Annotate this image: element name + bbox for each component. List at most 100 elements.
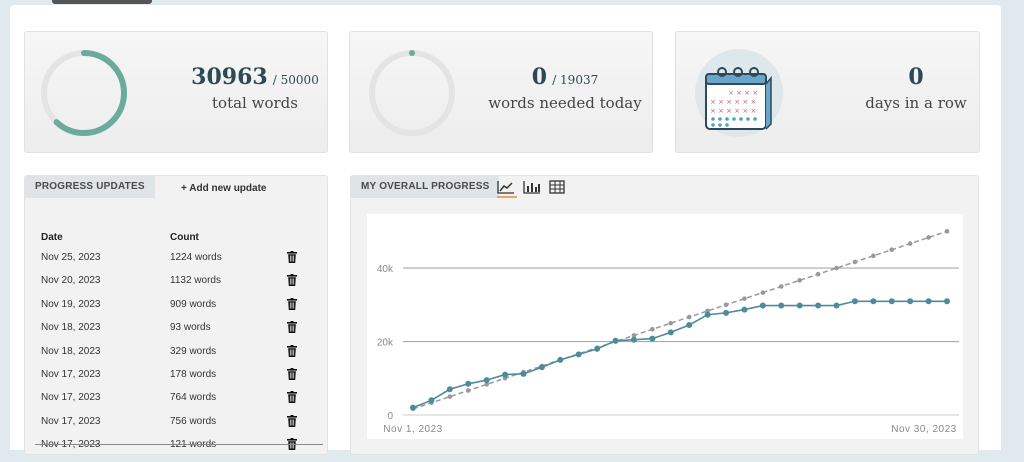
- svg-text:× × × × × ×: × × × × × ×: [710, 98, 756, 106]
- list-item: Nov 18, 2023 93 words: [25, 321, 325, 345]
- delete-icon[interactable]: [287, 274, 297, 287]
- target-point: [871, 253, 876, 259]
- list-item: Nov 25, 2023 1224 words: [25, 251, 325, 275]
- line-chart-icon[interactable]: [497, 180, 517, 198]
- delete-icon[interactable]: [287, 368, 297, 380]
- add-update-button[interactable]: + Add new update: [181, 183, 266, 194]
- actual-point: [446, 386, 453, 393]
- words-today-value: 0 / 19037: [531, 64, 599, 90]
- update-date: Nov 19, 2023: [41, 298, 101, 310]
- actual-point: [741, 306, 748, 313]
- actual-point: [538, 364, 545, 371]
- y-tick-label: 0: [387, 411, 393, 422]
- list-divider: [35, 444, 323, 445]
- target-point: [723, 302, 729, 308]
- actual-point: [428, 397, 435, 404]
- bar-chart-icon[interactable]: [523, 180, 543, 196]
- actual-point: [520, 370, 527, 377]
- streak-value: 0: [908, 64, 924, 90]
- avatar[interactable]: [52, 0, 152, 4]
- target-point: [650, 326, 655, 332]
- actual-point: [612, 337, 619, 344]
- update-date: Nov 18, 2023: [41, 345, 101, 357]
- actual-point: [870, 298, 877, 305]
- total-words-card: 30963 / 50000 total words: [24, 31, 328, 153]
- overall-progress-chart: 0 20k 40k Nov 1, 2023 Nov 30, 2023: [367, 214, 963, 439]
- today-progress-ring: [369, 50, 455, 136]
- series-line-actual: [412, 300, 947, 409]
- target-point: [742, 296, 747, 301]
- target-point: [889, 247, 895, 253]
- actual-point: [723, 309, 730, 316]
- actual-point: [778, 302, 785, 309]
- actual-point: [907, 298, 914, 305]
- target-point: [815, 271, 821, 277]
- list-item: Nov 19, 2023 909 words: [25, 297, 325, 322]
- update-count: 764 words: [170, 392, 217, 404]
- delete-icon[interactable]: [287, 344, 297, 357]
- update-date: Nov 17, 2023: [41, 415, 101, 427]
- actual-point: [594, 345, 601, 352]
- overall-progress-box: MY OVERALL PROGRESS 0 20k 40k Nov 1, 202…: [350, 175, 979, 455]
- y-tick-label: 40k: [377, 264, 394, 275]
- actual-point: [630, 336, 637, 343]
- overall-progress-title: MY OVERALL PROGRESS: [351, 176, 500, 198]
- progress-updates-title: PROGRESS UPDATES: [25, 176, 155, 198]
- list-item: Nov 20, 2023 1132 words: [25, 274, 325, 298]
- actual-point: [888, 298, 895, 305]
- svg-text:× × × ×: × × × ×: [728, 89, 758, 97]
- target-point: [926, 235, 931, 240]
- actual-point: [557, 356, 564, 363]
- target-point: [760, 290, 766, 295]
- target-point: [944, 229, 950, 234]
- target-point: [686, 314, 692, 320]
- actual-point: [759, 302, 766, 309]
- actual-point: [483, 377, 490, 384]
- target-point: [447, 394, 453, 399]
- actual-point: [649, 335, 656, 342]
- delete-icon[interactable]: [287, 414, 297, 427]
- dashboard-panel: 30963 / 50000 total words 0 / 19037 word…: [10, 5, 1001, 455]
- target-point: [668, 320, 674, 326]
- streak-label: days in a row: [865, 94, 967, 112]
- words-today-card: 0 / 19037 words needed today: [349, 31, 653, 153]
- date-column-header: Date: [41, 232, 63, 243]
- x-tick-label: Nov 30, 2023: [891, 424, 957, 435]
- update-count: 178 words: [170, 369, 217, 380]
- update-date: Nov 17, 2023: [41, 369, 101, 380]
- target-point: [465, 388, 471, 393]
- actual-point: [815, 302, 822, 309]
- count-column-header: Count: [170, 232, 199, 243]
- series-line-target: [412, 230, 948, 410]
- actual-point: [944, 298, 950, 305]
- actual-point: [667, 329, 674, 336]
- total-words-value: 30963 / 50000: [191, 64, 319, 90]
- delete-icon[interactable]: [287, 251, 297, 263]
- target-point: [834, 265, 839, 271]
- actual-point: [704, 311, 711, 318]
- x-tick-label: Nov 1, 2023: [383, 424, 442, 435]
- list-item: Nov 18, 2023 329 words: [25, 344, 325, 369]
- target-point: [797, 278, 802, 283]
- actual-point: [575, 351, 582, 358]
- update-count: 756 words: [170, 415, 217, 427]
- list-item: Nov 17, 2023 764 words: [25, 391, 325, 415]
- actual-point: [833, 302, 840, 309]
- update-date: Nov 20, 2023: [41, 275, 101, 287]
- update-count: 329 words: [170, 345, 217, 357]
- update-date: Nov 25, 2023: [41, 252, 101, 263]
- update-count: 909 words: [170, 298, 217, 310]
- delete-icon[interactable]: [287, 391, 297, 404]
- update-date: Nov 17, 2023: [41, 392, 101, 404]
- delete-icon[interactable]: [287, 321, 297, 334]
- calendar-icon: × × × × × × × × × × × × × × × ×: [695, 49, 783, 137]
- delete-icon[interactable]: [287, 297, 297, 310]
- table-icon[interactable]: [549, 180, 569, 196]
- update-count: 1224 words: [170, 252, 222, 263]
- actual-point: [502, 371, 509, 378]
- actual-point: [796, 302, 803, 309]
- svg-text:× × × × × ×: × × × × × ×: [710, 107, 756, 115]
- target-point: [852, 259, 858, 265]
- actual-point: [410, 404, 416, 411]
- y-tick-label: 20k: [377, 338, 394, 349]
